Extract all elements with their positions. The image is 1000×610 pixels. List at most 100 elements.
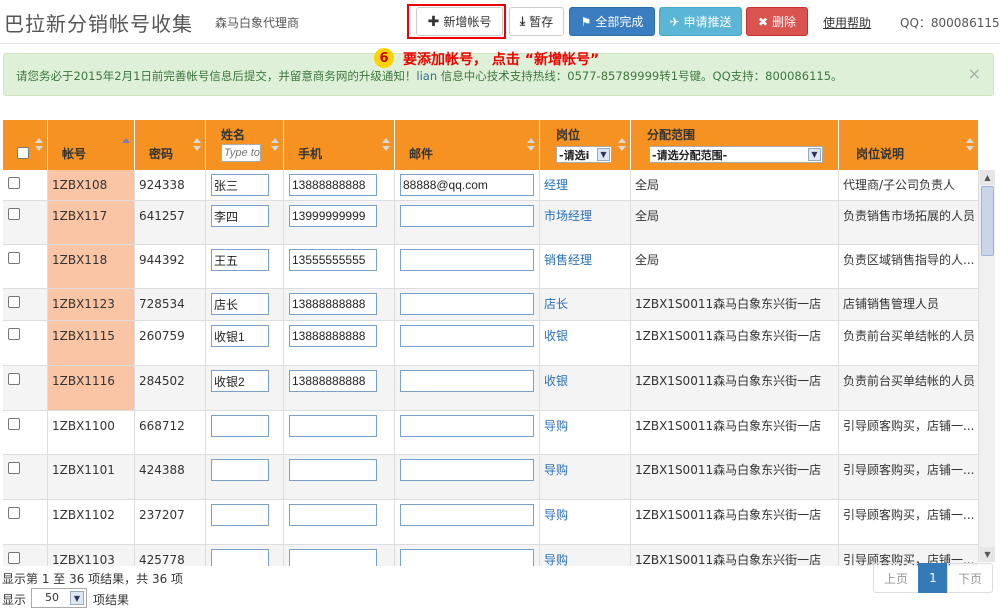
header-email[interactable]: 邮件 <box>395 120 540 170</box>
phone-input[interactable] <box>289 549 377 566</box>
sort-icon[interactable] <box>271 138 279 152</box>
select-all-checkbox[interactable] <box>17 147 29 159</box>
row-checkbox[interactable] <box>8 418 20 430</box>
phone-input[interactable] <box>289 415 377 437</box>
pin-icon: ✈ <box>669 14 680 29</box>
row-checkbox[interactable] <box>8 177 20 189</box>
delete-label: 删除 <box>772 15 797 29</box>
description-cell: 引导顾客购买，店铺一... <box>843 508 975 522</box>
close-icon[interactable]: × <box>968 64 981 83</box>
row-checkbox[interactable] <box>8 296 20 308</box>
sort-icon[interactable] <box>382 138 390 152</box>
notice-link[interactable]: lian <box>416 69 437 83</box>
name-input[interactable] <box>211 459 269 481</box>
phone-input[interactable] <box>289 504 377 526</box>
sort-asc-icon[interactable] <box>122 138 130 152</box>
complete-all-button[interactable]: ⚑ 全部完成 <box>569 7 655 36</box>
scroll-up-icon[interactable]: ▲ <box>980 170 995 185</box>
table-header: 帐号 密码 姓名 手机 邮件 岗位 -请选i ▼ 分配范围 -请选分配范围- ▼… <box>3 120 978 170</box>
sort-icon[interactable] <box>618 138 626 152</box>
row-checkbox[interactable] <box>8 208 20 220</box>
position-link[interactable]: 导购 <box>544 508 568 522</box>
sort-icon[interactable] <box>35 138 43 152</box>
position-link[interactable]: 导购 <box>544 553 568 566</box>
name-input[interactable] <box>211 174 269 196</box>
agency-name: 森马白象代理商 <box>215 16 300 30</box>
row-checkbox[interactable] <box>8 252 20 264</box>
email-input[interactable] <box>400 249 534 271</box>
name-input[interactable] <box>211 249 269 271</box>
email-input[interactable] <box>400 504 534 526</box>
row-checkbox[interactable] <box>8 328 20 340</box>
delete-button[interactable]: ✖ 删除 <box>746 7 808 36</box>
position-link[interactable]: 收银 <box>544 374 568 388</box>
position-link[interactable]: 导购 <box>544 463 568 477</box>
name-input[interactable] <box>211 325 269 347</box>
phone-input[interactable] <box>289 459 377 481</box>
row-checkbox[interactable] <box>8 373 20 385</box>
name-input[interactable] <box>211 549 269 566</box>
email-input[interactable] <box>400 370 534 392</box>
scroll-down-icon[interactable]: ▼ <box>980 547 995 562</box>
account-cell: 1ZBX1123 <box>48 289 135 320</box>
position-link[interactable]: 导购 <box>544 419 568 433</box>
scroll-thumb[interactable] <box>981 186 994 256</box>
position-link[interactable]: 经理 <box>544 178 568 192</box>
email-input[interactable] <box>400 325 534 347</box>
phone-input[interactable] <box>289 174 377 196</box>
row-checkbox[interactable] <box>8 507 20 519</box>
header-description[interactable]: 岗位说明 <box>839 120 978 170</box>
add-account-button[interactable]: ✚ 新增帐号 <box>416 7 503 36</box>
position-link[interactable]: 市场经理 <box>544 209 592 223</box>
position-link[interactable]: 店长 <box>544 297 568 311</box>
phone-input[interactable] <box>289 325 377 347</box>
header-position[interactable]: 岗位 -请选i ▼ <box>540 120 631 170</box>
name-input[interactable] <box>211 205 269 227</box>
email-input[interactable] <box>400 293 534 315</box>
table-row: 1ZBX1101 424388 导购 1ZBX1S0011森马白象东兴街一店 引… <box>3 455 978 500</box>
vertical-scrollbar[interactable]: ▲ ▼ <box>978 170 995 562</box>
position-link[interactable]: 销售经理 <box>544 253 592 267</box>
sort-icon[interactable] <box>966 138 974 152</box>
name-filter-input[interactable] <box>221 144 261 162</box>
name-input[interactable] <box>211 370 269 392</box>
description-cell: 负责前台买单结帐的人员 <box>843 329 976 343</box>
name-input[interactable] <box>211 415 269 437</box>
name-input[interactable] <box>211 293 269 315</box>
phone-input[interactable] <box>289 249 377 271</box>
scope-filter-select[interactable]: -请选分配范围- ▼ <box>649 146 823 163</box>
table-row: 1ZBX1123 728534 店长 1ZBX1S0011森马白象东兴街一店 店… <box>3 289 978 321</box>
name-input[interactable] <box>211 504 269 526</box>
phone-input[interactable] <box>289 205 377 227</box>
position-filter-select[interactable]: -请选i ▼ <box>556 146 612 163</box>
request-push-label: 申请推送 <box>683 15 732 29</box>
header-name[interactable]: 姓名 <box>206 120 284 170</box>
account-cell: 1ZBX108 <box>48 170 135 200</box>
position-link[interactable]: 收银 <box>544 329 568 343</box>
header-scope[interactable]: 分配范围 -请选分配范围- ▼ <box>631 120 839 170</box>
email-input[interactable] <box>400 205 534 227</box>
page-size-select[interactable]: 50 ▼ <box>31 588 87 608</box>
email-input[interactable] <box>400 415 534 437</box>
sort-icon[interactable] <box>527 138 535 152</box>
header-password[interactable]: 密码 <box>135 120 206 170</box>
email-input[interactable] <box>400 549 534 566</box>
email-input[interactable] <box>400 174 534 196</box>
password-cell: 237207 <box>135 500 206 544</box>
row-checkbox[interactable] <box>8 462 20 474</box>
request-push-button[interactable]: ✈ 申请推送 <box>659 7 742 36</box>
sort-icon[interactable] <box>193 138 201 152</box>
header-phone[interactable]: 手机 <box>284 120 395 170</box>
prev-page-button[interactable]: 上页 <box>873 563 919 593</box>
account-cell: 1ZBX1103 <box>48 545 135 566</box>
next-page-button[interactable]: 下页 <box>947 563 993 593</box>
row-checkbox[interactable] <box>8 552 20 564</box>
save-draft-button[interactable]: ⤓ 暂存 <box>509 7 564 36</box>
page-1-button[interactable]: 1 <box>918 563 948 593</box>
help-link[interactable]: 使用帮助 <box>823 14 871 31</box>
phone-input[interactable] <box>289 293 377 315</box>
header-account[interactable]: 帐号 <box>48 120 135 170</box>
email-input[interactable] <box>400 459 534 481</box>
account-cell: 1ZBX1100 <box>48 411 135 454</box>
phone-input[interactable] <box>289 370 377 392</box>
